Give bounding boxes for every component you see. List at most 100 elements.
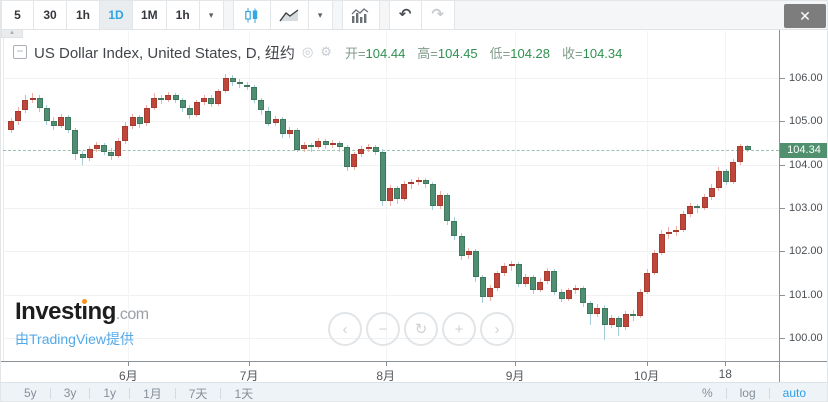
time-axis-line[interactable] [1,361,827,362]
candle-body[interactable] [508,264,515,267]
candle-body[interactable] [580,288,586,304]
candle-body[interactable] [658,233,665,254]
candle-body[interactable] [687,205,694,215]
candle-body[interactable] [336,142,343,148]
candle-body[interactable] [622,314,629,327]
zoom-out-button[interactable]: − [366,312,400,346]
candle-body[interactable] [50,121,57,126]
candle-body[interactable] [437,194,443,206]
candle-body[interactable] [122,125,129,141]
candle-body[interactable] [479,277,486,297]
candle-body[interactable] [572,288,579,291]
candle-body[interactable] [65,117,72,130]
candle-body[interactable] [108,151,115,156]
range-button-5y[interactable]: 5y [11,386,50,400]
candle-body[interactable] [515,264,522,284]
candle-body[interactable] [351,153,358,167]
candle-body[interactable] [379,151,386,202]
candle-body[interactable] [272,119,279,124]
candle-body[interactable] [444,194,451,221]
candle-body[interactable] [472,251,479,278]
candle-body[interactable] [315,140,322,148]
interval-button-1h[interactable]: 1h [166,1,200,29]
style-dropdown-button[interactable]: ▾ [308,1,333,29]
interval-button-1d[interactable]: 1D [100,1,133,29]
candle-body[interactable] [294,130,300,150]
candle-body[interactable] [422,179,429,185]
candle-body[interactable] [15,110,22,122]
settings-gear-icon[interactable]: ⚙ [320,44,332,60]
candlestick-style-button[interactable] [232,1,271,29]
candle-body[interactable] [301,145,308,150]
candle-body[interactable] [544,270,551,282]
candle-body[interactable] [701,197,708,208]
candle-body[interactable] [530,277,536,291]
candle-body[interactable] [594,307,601,314]
candle-body[interactable] [673,229,679,232]
candle-body[interactable] [236,82,243,85]
candle-body[interactable] [136,117,143,124]
symbol-title[interactable]: US Dollar Index, United States, D, 纽约 [34,42,295,63]
candle-body[interactable] [186,108,193,115]
candle-body[interactable] [129,117,136,126]
candle-body[interactable] [222,78,229,91]
indicators-button[interactable] [341,1,380,29]
legend-collapse-button[interactable]: − [13,45,27,59]
candle-body[interactable] [451,220,458,237]
candle-body[interactable] [387,188,393,202]
toolbar-collapse-tab[interactable]: ▴ [1,29,23,38]
candle-body[interactable] [408,181,415,185]
scale-button-auto[interactable]: auto [770,386,819,400]
candle-body[interactable] [22,99,29,111]
candle-body[interactable] [415,179,422,182]
candle-body[interactable] [537,281,544,291]
candle-body[interactable] [644,272,651,293]
candle-body[interactable] [244,84,250,87]
interval-button-5[interactable]: 5 [1,1,34,29]
candle-body[interactable] [36,97,43,109]
candle-body[interactable] [201,97,208,102]
candle-body[interactable] [730,162,737,182]
candle-body[interactable] [279,119,286,135]
range-button-1y[interactable]: 1y [90,386,129,400]
tradingview-attribution-link[interactable]: 由TradingView提供 [15,329,134,349]
candle-body[interactable] [394,188,401,200]
scroll-right-button[interactable]: › [480,312,514,346]
candle-body[interactable] [43,108,50,122]
candle-body[interactable] [680,214,687,230]
candle-body[interactable] [115,140,122,156]
interval-button-1m[interactable]: 1M [133,1,167,29]
candle-body[interactable] [615,318,622,327]
candle-body[interactable] [8,121,14,130]
candle-body[interactable] [487,288,494,297]
scroll-left-button[interactable]: ‹ [328,312,362,346]
candle-body[interactable] [308,145,315,148]
candle-body[interactable] [458,236,465,256]
investing-logo[interactable]: Investıng.com [15,298,149,326]
line-style-button[interactable] [270,1,309,29]
interval-button-1h[interactable]: 1h [67,1,100,29]
candle-body[interactable] [143,108,150,124]
candle-body[interactable] [737,145,744,163]
reset-view-button[interactable]: ↻ [404,312,438,346]
candle-body[interactable] [587,303,594,314]
range-button-1月[interactable]: 1月 [130,385,175,402]
candle-body[interactable] [58,117,65,126]
range-button-1天[interactable]: 1天 [221,385,266,402]
candle-body[interactable] [172,95,179,100]
scale-button-%[interactable]: % [689,386,726,400]
candle-body[interactable] [165,95,172,100]
undo-button[interactable]: ↶ [388,1,422,29]
candle-body[interactable] [229,78,236,83]
candle-body[interactable] [208,97,215,104]
zoom-in-button[interactable]: + [442,312,476,346]
candle-body[interactable] [601,307,608,325]
candle-body[interactable] [401,184,408,200]
candle-body[interactable] [193,101,200,115]
candle-body[interactable] [179,99,186,109]
candle-body[interactable] [715,171,722,189]
candle-body[interactable] [501,266,508,273]
candle-body[interactable] [522,277,529,284]
candle-body[interactable] [651,253,658,273]
range-button-7天[interactable]: 7天 [176,385,221,402]
